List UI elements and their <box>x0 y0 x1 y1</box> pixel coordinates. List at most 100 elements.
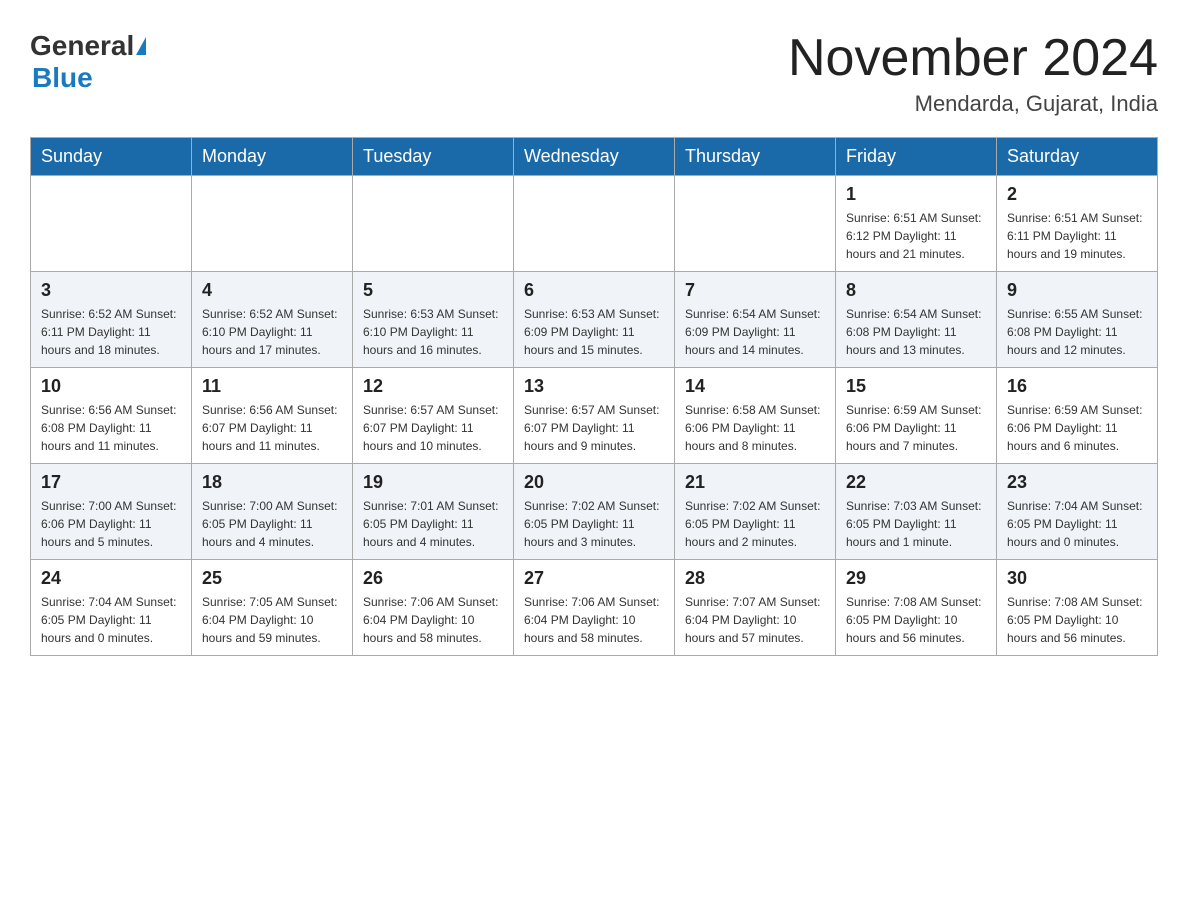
calendar-cell <box>353 176 514 272</box>
calendar-week-row: 3 Sunrise: 6:52 AM Sunset: 6:11 PM Daylig… <box>31 272 1158 368</box>
calendar-cell: 14Sunrise: 6:58 AM Sunset: 6:06 PM Dayli… <box>675 368 836 464</box>
weekday-header-saturday: Saturday <box>997 138 1158 176</box>
calendar-table: SundayMondayTuesdayWednesdayThursdayFrid… <box>30 137 1158 656</box>
calendar-cell: 4Sunrise: 6:52 AM Sunset: 6:10 PM Daylig… <box>192 272 353 368</box>
day-info: Sunrise: 7:06 AM Sunset: 6:04 PM Dayligh… <box>363 593 503 647</box>
day-number: 10 <box>41 376 181 397</box>
day-number: 22 <box>846 472 986 493</box>
calendar-cell: 23 Sunrise: 7:04 AM Sunset: 6:05 PM Dayli… <box>997 464 1158 560</box>
day-info: Sunrise: 6:53 AM Sunset: 6:09 PM Dayligh… <box>524 305 664 359</box>
day-number: 2 <box>1007 184 1147 205</box>
calendar-cell: 12 Sunrise: 6:57 AM Sunset: 6:07 PM Dayli… <box>353 368 514 464</box>
calendar-cell: 15 Sunrise: 6:59 AM Sunset: 6:06 PM Dayli… <box>836 368 997 464</box>
calendar-cell: 26 Sunrise: 7:06 AM Sunset: 6:04 PM Dayli… <box>353 560 514 656</box>
day-number: 7 <box>685 280 825 301</box>
day-number: 15 <box>846 376 986 397</box>
day-info: Sunrise: 7:03 AM Sunset: 6:05 PM Dayligh… <box>846 497 986 551</box>
day-info: Sunrise: 7:04 AM Sunset: 6:05 PM Dayligh… <box>1007 497 1147 551</box>
weekday-header-sunday: Sunday <box>31 138 192 176</box>
day-number: 24 <box>41 568 181 589</box>
logo: General Blue <box>30 30 146 94</box>
calendar-cell: 9Sunrise: 6:55 AM Sunset: 6:08 PM Daylig… <box>997 272 1158 368</box>
day-number: 19 <box>363 472 503 493</box>
day-number: 17 <box>41 472 181 493</box>
day-number: 29 <box>846 568 986 589</box>
calendar-cell: 3 Sunrise: 6:52 AM Sunset: 6:11 PM Daylig… <box>31 272 192 368</box>
day-info: Sunrise: 7:02 AM Sunset: 6:05 PM Dayligh… <box>685 497 825 551</box>
day-number: 6 <box>524 280 664 301</box>
day-number: 4 <box>202 280 342 301</box>
calendar-cell: 16Sunrise: 6:59 AM Sunset: 6:06 PM Dayli… <box>997 368 1158 464</box>
weekday-header-tuesday: Tuesday <box>353 138 514 176</box>
day-info: Sunrise: 6:59 AM Sunset: 6:06 PM Dayligh… <box>846 401 986 455</box>
day-info: Sunrise: 7:01 AM Sunset: 6:05 PM Dayligh… <box>363 497 503 551</box>
calendar-week-row: 10 Sunrise: 6:56 AM Sunset: 6:08 PM Dayli… <box>31 368 1158 464</box>
logo-general-text: General <box>30 30 134 62</box>
day-number: 21 <box>685 472 825 493</box>
day-info: Sunrise: 7:02 AM Sunset: 6:05 PM Dayligh… <box>524 497 664 551</box>
day-info: Sunrise: 7:00 AM Sunset: 6:05 PM Dayligh… <box>202 497 342 551</box>
calendar-cell: 8Sunrise: 6:54 AM Sunset: 6:08 PM Daylig… <box>836 272 997 368</box>
logo-blue-text: Blue <box>32 62 93 93</box>
calendar-cell: 17 Sunrise: 7:00 AM Sunset: 6:06 PM Dayli… <box>31 464 192 560</box>
day-info: Sunrise: 7:08 AM Sunset: 6:05 PM Dayligh… <box>1007 593 1147 647</box>
calendar-cell: 28 Sunrise: 7:07 AM Sunset: 6:04 PM Dayli… <box>675 560 836 656</box>
calendar-week-row: 24 Sunrise: 7:04 AM Sunset: 6:05 PM Dayli… <box>31 560 1158 656</box>
day-info: Sunrise: 7:06 AM Sunset: 6:04 PM Dayligh… <box>524 593 664 647</box>
calendar-cell: 22 Sunrise: 7:03 AM Sunset: 6:05 PM Dayli… <box>836 464 997 560</box>
day-info: Sunrise: 6:56 AM Sunset: 6:08 PM Dayligh… <box>41 401 181 455</box>
calendar-week-row: 1 Sunrise: 6:51 AM Sunset: 6:12 PM Daylig… <box>31 176 1158 272</box>
day-number: 25 <box>202 568 342 589</box>
weekday-header-friday: Friday <box>836 138 997 176</box>
day-number: 3 <box>41 280 181 301</box>
calendar-cell: 2 Sunrise: 6:51 AM Sunset: 6:11 PM Daylig… <box>997 176 1158 272</box>
day-number: 9 <box>1007 280 1147 301</box>
day-number: 26 <box>363 568 503 589</box>
day-number: 23 <box>1007 472 1147 493</box>
weekday-header-monday: Monday <box>192 138 353 176</box>
calendar-cell: 1 Sunrise: 6:51 AM Sunset: 6:12 PM Daylig… <box>836 176 997 272</box>
day-number: 20 <box>524 472 664 493</box>
calendar-cell: 7 Sunrise: 6:54 AM Sunset: 6:09 PM Daylig… <box>675 272 836 368</box>
day-info: Sunrise: 7:00 AM Sunset: 6:06 PM Dayligh… <box>41 497 181 551</box>
calendar-cell: 19 Sunrise: 7:01 AM Sunset: 6:05 PM Dayli… <box>353 464 514 560</box>
day-info: Sunrise: 7:04 AM Sunset: 6:05 PM Dayligh… <box>41 593 181 647</box>
day-info: Sunrise: 6:57 AM Sunset: 6:07 PM Dayligh… <box>524 401 664 455</box>
calendar-header-row: SundayMondayTuesdayWednesdayThursdayFrid… <box>31 138 1158 176</box>
title-block: November 2024 Mendarda, Gujarat, India <box>788 30 1158 117</box>
day-info: Sunrise: 6:56 AM Sunset: 6:07 PM Dayligh… <box>202 401 342 455</box>
day-info: Sunrise: 6:51 AM Sunset: 6:11 PM Dayligh… <box>1007 209 1147 263</box>
calendar-cell: 24 Sunrise: 7:04 AM Sunset: 6:05 PM Dayli… <box>31 560 192 656</box>
day-info: Sunrise: 7:08 AM Sunset: 6:05 PM Dayligh… <box>846 593 986 647</box>
day-number: 1 <box>846 184 986 205</box>
calendar-cell <box>192 176 353 272</box>
calendar-cell: 11Sunrise: 6:56 AM Sunset: 6:07 PM Dayli… <box>192 368 353 464</box>
calendar-cell: 27Sunrise: 7:06 AM Sunset: 6:04 PM Dayli… <box>514 560 675 656</box>
calendar-cell: 5 Sunrise: 6:53 AM Sunset: 6:10 PM Daylig… <box>353 272 514 368</box>
day-info: Sunrise: 6:54 AM Sunset: 6:09 PM Dayligh… <box>685 305 825 359</box>
calendar-cell: 13Sunrise: 6:57 AM Sunset: 6:07 PM Dayli… <box>514 368 675 464</box>
calendar-cell: 18Sunrise: 7:00 AM Sunset: 6:05 PM Dayli… <box>192 464 353 560</box>
day-info: Sunrise: 6:52 AM Sunset: 6:11 PM Dayligh… <box>41 305 181 359</box>
day-number: 5 <box>363 280 503 301</box>
calendar-cell: 25Sunrise: 7:05 AM Sunset: 6:04 PM Dayli… <box>192 560 353 656</box>
day-info: Sunrise: 7:07 AM Sunset: 6:04 PM Dayligh… <box>685 593 825 647</box>
month-title: November 2024 <box>788 30 1158 87</box>
location-text: Mendarda, Gujarat, India <box>788 91 1158 117</box>
day-info: Sunrise: 6:59 AM Sunset: 6:06 PM Dayligh… <box>1007 401 1147 455</box>
calendar-cell <box>675 176 836 272</box>
calendar-cell: 30Sunrise: 7:08 AM Sunset: 6:05 PM Dayli… <box>997 560 1158 656</box>
calendar-cell: 29 Sunrise: 7:08 AM Sunset: 6:05 PM Dayli… <box>836 560 997 656</box>
page-header: General Blue November 2024 Mendarda, Guj… <box>30 30 1158 117</box>
calendar-cell <box>514 176 675 272</box>
day-number: 28 <box>685 568 825 589</box>
weekday-header-thursday: Thursday <box>675 138 836 176</box>
day-info: Sunrise: 6:58 AM Sunset: 6:06 PM Dayligh… <box>685 401 825 455</box>
day-info: Sunrise: 6:53 AM Sunset: 6:10 PM Dayligh… <box>363 305 503 359</box>
calendar-cell <box>31 176 192 272</box>
calendar-cell: 10 Sunrise: 6:56 AM Sunset: 6:08 PM Dayli… <box>31 368 192 464</box>
day-info: Sunrise: 6:57 AM Sunset: 6:07 PM Dayligh… <box>363 401 503 455</box>
day-number: 12 <box>363 376 503 397</box>
calendar-week-row: 17 Sunrise: 7:00 AM Sunset: 6:06 PM Dayli… <box>31 464 1158 560</box>
day-info: Sunrise: 6:51 AM Sunset: 6:12 PM Dayligh… <box>846 209 986 263</box>
